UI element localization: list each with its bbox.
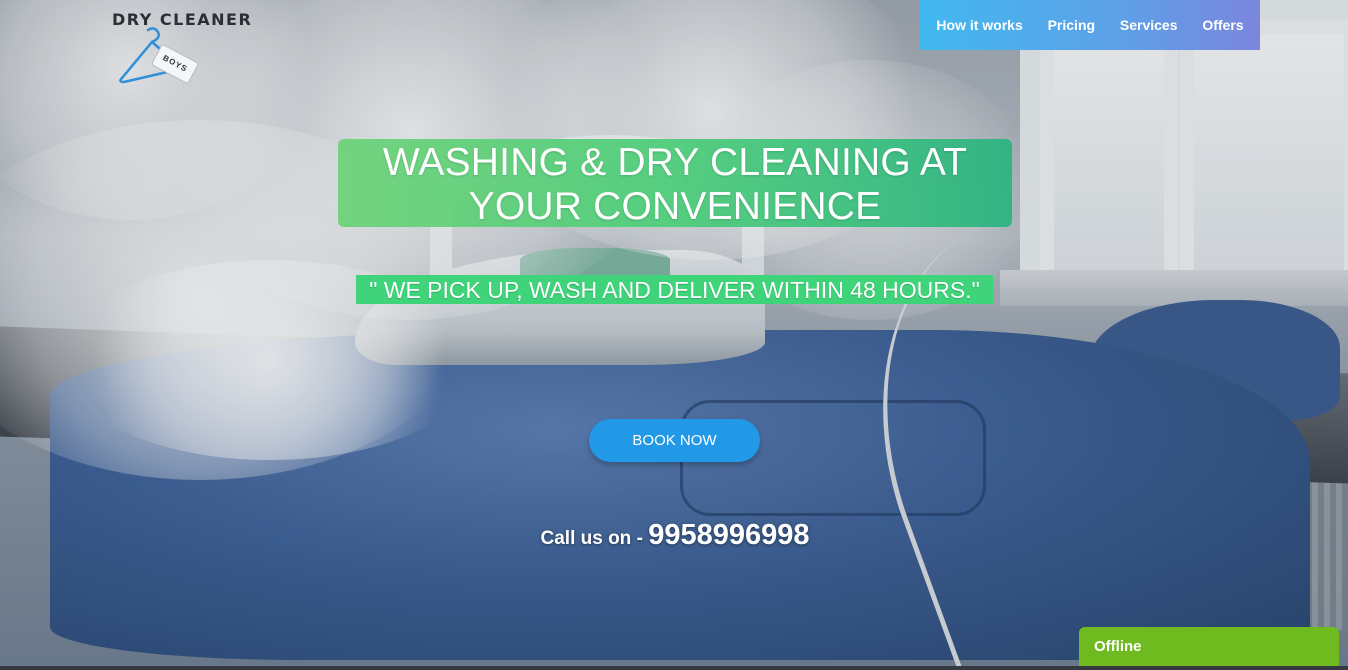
nav-pricing[interactable]: Pricing xyxy=(1048,17,1095,33)
headline-line-2: YOUR CONVENIENCE xyxy=(468,185,882,228)
call-label: Call us on - xyxy=(540,528,649,549)
call-us: Call us on - 9958996998 xyxy=(430,519,920,552)
background-overlay xyxy=(0,0,1348,670)
nav-offers[interactable]: Offers xyxy=(1202,17,1243,33)
hero-tagline: " WE PICK UP, WASH AND DELIVER WITHIN 48… xyxy=(356,275,993,304)
nav-how-it-works[interactable]: How it works xyxy=(936,17,1022,33)
bottom-strip xyxy=(0,666,1348,670)
headline-line-1: WASHING & DRY CLEANING AT xyxy=(382,141,968,184)
nav-services[interactable]: Services xyxy=(1120,17,1178,33)
site-logo[interactable]: DRY CLEANER BOYS xyxy=(110,8,260,88)
main-nav: How it works Pricing Services Offers xyxy=(920,0,1260,50)
hero-headline: WASHING & DRY CLEANING AT YOUR CONVENIEN… xyxy=(338,141,1012,229)
phone-number[interactable]: 9958996998 xyxy=(648,519,809,551)
book-now-button[interactable]: BOOK NOW xyxy=(589,419,760,462)
hero-section: DRY CLEANER BOYS How it works Pricing Se… xyxy=(0,0,1348,670)
chat-widget-offline[interactable]: Offline xyxy=(1079,627,1339,670)
